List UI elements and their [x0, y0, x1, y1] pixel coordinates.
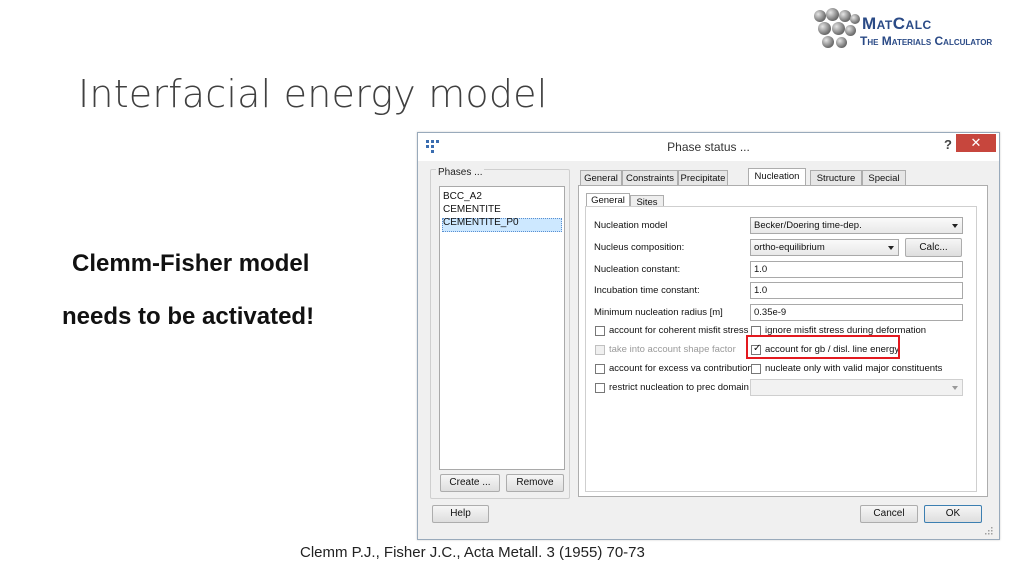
- checkbox-label: take into account shape factor: [609, 344, 736, 355]
- calc-button[interactable]: Calc...: [905, 238, 962, 257]
- matcalc-logo: MatCalc The Materials Calculator: [812, 8, 1022, 54]
- window-title: Phase status ...: [667, 140, 750, 154]
- list-item[interactable]: BCC_A2: [443, 191, 482, 202]
- nucleation-model-select[interactable]: Becker/Doering time-dep.: [750, 217, 963, 234]
- checkbox-label: restrict nucleation to prec domain: [609, 382, 749, 393]
- note-line-2: needs to be activated!: [62, 303, 315, 330]
- chevron-down-icon: [888, 246, 894, 250]
- nucleation-model-value: Becker/Doering time-dep.: [754, 220, 862, 231]
- help-button[interactable]: Help: [432, 505, 489, 523]
- tab-precipitate[interactable]: Precipitate: [678, 170, 728, 186]
- citation: Clemm P.J., Fisher J.C., Acta Metall. 3 …: [300, 544, 645, 561]
- create-button[interactable]: Create ...: [440, 474, 500, 492]
- title-bar[interactable]: Phase status ... ? ✕: [418, 133, 999, 161]
- min-radius-field[interactable]: 0.35e-9: [750, 304, 963, 321]
- checkbox-box[interactable]: [595, 383, 605, 393]
- highlight-box: [746, 335, 900, 359]
- slide-title: Interfacial energy model: [78, 72, 548, 116]
- chevron-down-icon: [952, 386, 958, 390]
- nucleation-constant-field[interactable]: 1.0: [750, 261, 963, 278]
- checkbox-label: account for excess va contribution: [609, 363, 753, 374]
- nucleation-model-label: Nucleation model: [594, 220, 668, 231]
- nucleation-constant-label: Nucleation constant:: [594, 264, 681, 275]
- logo-spheres-icon: [812, 8, 860, 54]
- prec-domain-select: [750, 379, 963, 396]
- note-line-1: Clemm-Fisher model: [72, 250, 310, 277]
- logo-subtitle: The Materials Calculator: [860, 34, 993, 48]
- checkbox-label: nucleate only with valid major constitue…: [765, 363, 943, 374]
- checkbox-box[interactable]: [595, 326, 605, 336]
- cancel-button[interactable]: Cancel: [860, 505, 918, 523]
- incubation-time-label: Incubation time constant:: [594, 285, 700, 296]
- phase-status-dialog: Phase status ... ? ✕ Phases ... BCC_A2 C…: [417, 132, 1000, 540]
- phases-label: Phases ...: [436, 167, 485, 178]
- nucleus-composition-select[interactable]: ortho-equilibrium: [750, 239, 899, 256]
- help-question-icon[interactable]: ?: [944, 137, 952, 152]
- ok-button[interactable]: OK: [924, 505, 982, 523]
- checkbox-box: [595, 345, 605, 355]
- phases-list[interactable]: BCC_A2 CEMENTITE CEMENTITE_P0: [439, 186, 565, 470]
- resize-grip-icon[interactable]: [983, 525, 993, 535]
- list-item[interactable]: CEMENTITE_P0: [443, 217, 519, 228]
- logo-title: MatCalc: [862, 14, 932, 33]
- nucleus-composition-value: ortho-equilibrium: [754, 242, 825, 253]
- tab-structure[interactable]: Structure: [810, 170, 862, 186]
- checkbox-box[interactable]: [595, 364, 605, 374]
- close-button[interactable]: ✕: [956, 134, 996, 152]
- checkbox-box[interactable]: [751, 364, 761, 374]
- min-radius-label: Minimum nucleation radius [m]: [594, 307, 723, 318]
- nucleus-composition-label: Nucleus composition:: [594, 242, 685, 253]
- tab-general[interactable]: General: [580, 170, 622, 186]
- checkbox-label: account for coherent misfit stress: [609, 325, 749, 336]
- tab-special[interactable]: Special: [862, 170, 906, 186]
- remove-button[interactable]: Remove: [506, 474, 564, 492]
- incubation-time-field[interactable]: 1.0: [750, 282, 963, 299]
- list-item[interactable]: CEMENTITE: [443, 204, 501, 215]
- tab-constraints[interactable]: Constraints: [622, 170, 678, 186]
- chevron-down-icon: [952, 224, 958, 228]
